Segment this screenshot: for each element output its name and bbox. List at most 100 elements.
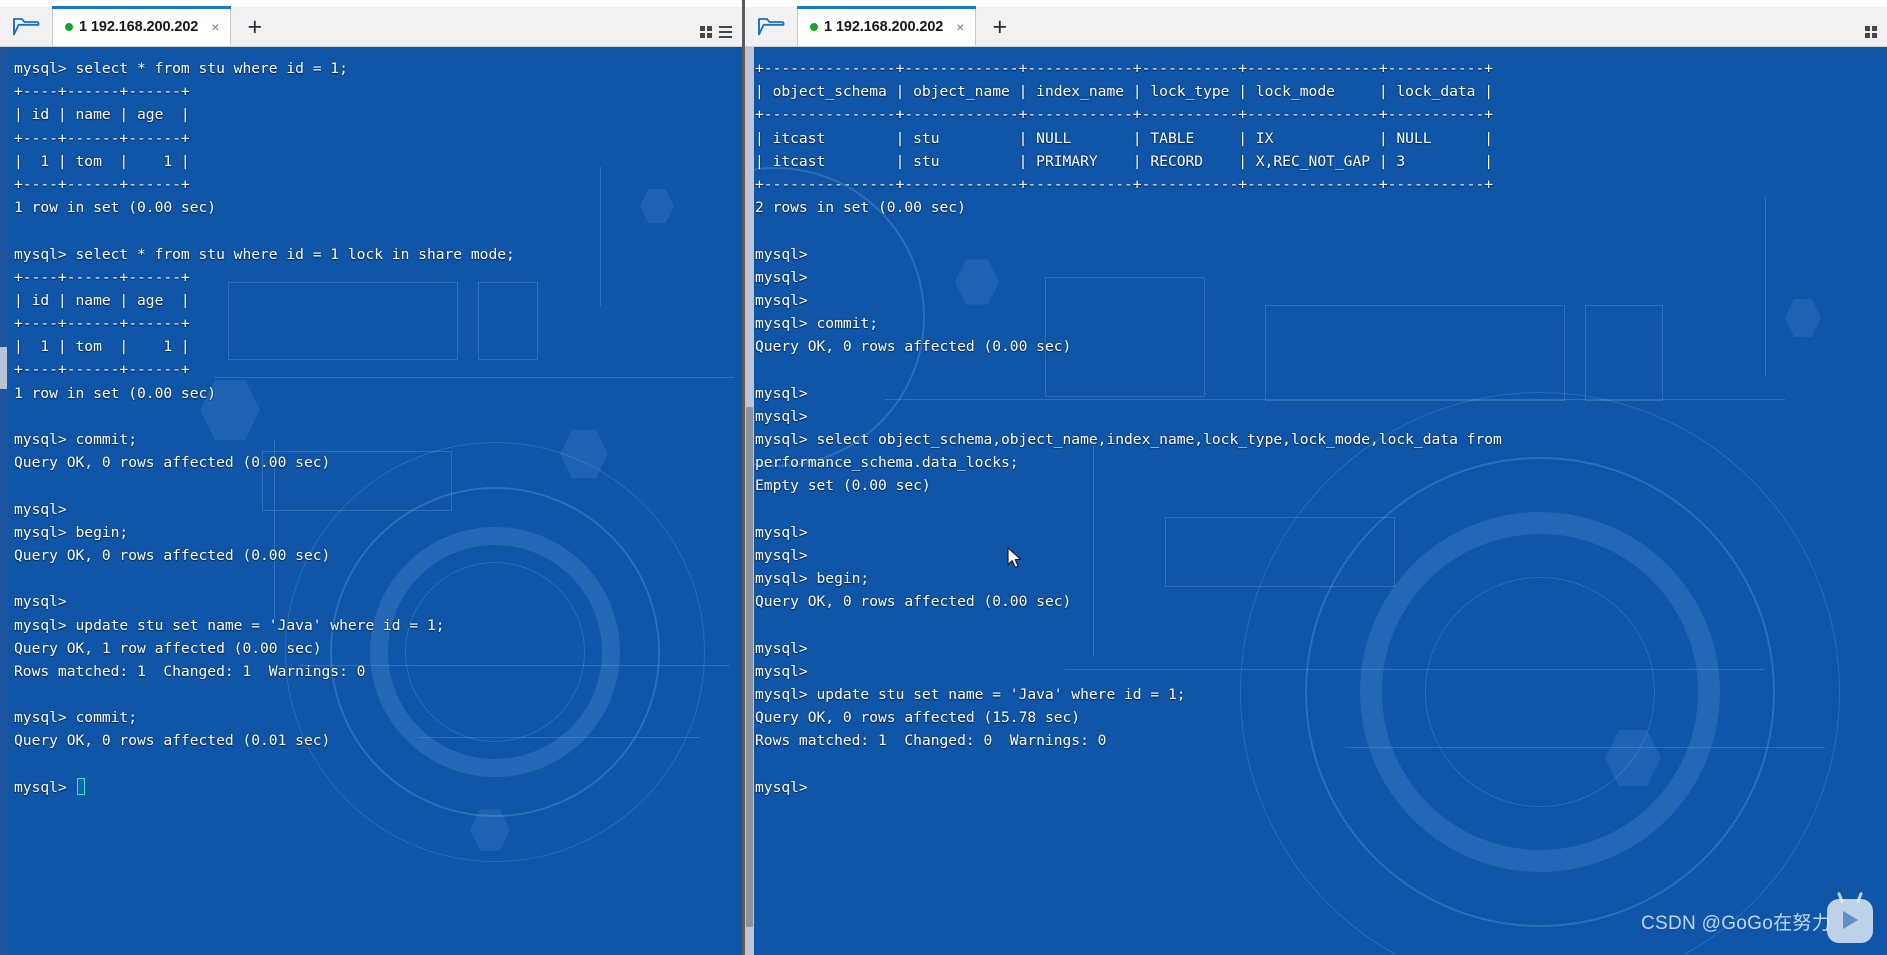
terminal-line: Rows matched: 1 Changed: 1 Warnings: 0 [14,662,366,680]
terminal-line: +----+------+------+ [14,268,190,286]
terminal-line: mysql> commit; [755,315,879,333]
layout-grid-icon[interactable] [700,26,712,38]
terminal-scrollbar-left[interactable] [0,47,7,955]
terminal-line: | 1 | tom | 1 | [14,152,190,170]
terminal-line: mysql> [14,776,742,799]
tab-left-session[interactable]: 1 192.168.200.202 × [52,6,232,46]
tab-bar-tools-left [700,26,742,46]
terminal-line: mysql> [14,593,67,611]
terminal-output-right[interactable]: +---------------+-------------+---------… [745,47,1887,955]
terminal-line: +----+------+------+ [14,361,190,379]
terminal-line: Query OK, 0 rows affected (0.00 sec) [755,593,1072,611]
terminal-line: Query OK, 0 rows affected (0.00 sec) [14,454,331,472]
terminal-line: mysql> [755,384,808,402]
terminal-line: mysql> commit; [14,431,138,448]
terminal-line: mysql> [755,245,808,263]
terminal-line: Empty set (0.00 sec) [755,477,931,495]
terminal-line: mysql> [755,662,808,680]
terminal-line: mysql> [755,268,808,286]
terminal-line: mysql> begin; [14,523,129,541]
scrollbar-thumb[interactable] [0,347,7,389]
terminal-line: Query OK, 0 rows affected (15.78 sec) [755,709,1081,727]
terminal-line: +---------------+-------------+---------… [755,106,1494,124]
watermark: CSDN @GoGo在努力 [1641,899,1873,943]
open-folder-button-left[interactable] [0,6,52,46]
terminal-line: mysql> [755,778,808,796]
terminal-line: mysql> select * from stu where id = 1; [14,60,348,77]
terminal-line: mysql> update stu set name = 'Java' wher… [14,616,445,634]
connection-status-dot [65,22,73,31]
tab-label: 1 192.168.200.202 [79,18,199,35]
close-icon[interactable]: × [208,20,222,34]
terminal-line: Query OK, 0 rows affected (0.00 sec) [755,338,1072,356]
terminal-line: performance_schema.data_locks; [755,454,1019,472]
menu-lines-icon[interactable] [719,26,732,38]
terminal-line: Rows matched: 1 Changed: 0 Warnings: 0 [755,732,1107,750]
terminal-line: | object_schema | object_name | index_na… [755,83,1494,101]
terminal-text-left: mysql> select * from stu where id = 1; +-… [0,47,742,799]
close-icon[interactable]: × [953,20,967,34]
terminal-line: +----+------+------+ [14,83,190,101]
terminal-line: mysql> select * from stu where id = 1 lo… [14,245,515,263]
terminal-line: +---------------+-------------+---------… [755,60,1494,77]
terminal-line: mysql> [755,546,808,564]
dual-terminal-window: 1 192.168.200.202 × + mysql> select * fr… [0,0,1887,955]
terminal-line: Query OK, 0 rows affected (0.00 sec) [14,546,331,564]
terminal-line: | id | name | age | [14,291,190,309]
terminal-line: | id | name | age | [14,106,190,124]
terminal-line: | 1 | tom | 1 | [14,338,190,356]
terminal-line: mysql> [755,291,808,309]
terminal-line: Query OK, 0 rows affected (0.01 sec) [14,732,331,750]
terminal-output-left[interactable]: mysql> select * from stu where id = 1; +-… [0,47,742,955]
terminal-line: 1 row in set (0.00 sec) [14,384,217,402]
layout-grid-icon[interactable] [1865,26,1877,38]
terminal-line: +----+------+------+ [14,315,190,333]
watermark-text: CSDN @GoGo在努力 [1641,912,1831,934]
terminal-line: mysql> begin; [755,570,870,588]
tab-bar-left: 1 192.168.200.202 × + [0,0,742,47]
tab-bar-tools-right [1865,26,1887,46]
tab-bar-right: 1 192.168.200.202 × + [745,0,1887,47]
tab-label: 1 192.168.200.202 [824,18,944,35]
terminal-line: Query OK, 1 row affected (0.00 sec) [14,639,322,657]
terminal-line: mysql> [755,639,808,657]
terminal-line: mysql> commit; [14,709,138,727]
new-tab-button-left[interactable]: + [231,15,276,46]
open-folder-button-right[interactable] [745,6,797,46]
tab-right-session[interactable]: 1 192.168.200.202 × [797,6,977,46]
terminal-line: mysql> [14,500,67,518]
new-tab-button-right[interactable]: + [976,15,1021,46]
terminal-text-right: +---------------+-------------+---------… [745,47,1887,799]
terminal-line: +----+------+------+ [14,129,190,147]
terminal-pane-right: 1 192.168.200.202 × + +---------------+-… [742,0,1887,955]
terminal-line: | itcast | stu | NULL | TABLE | IX | NUL… [755,129,1494,147]
terminal-line: | itcast | stu | PRIMARY | RECORD | X,RE… [755,152,1494,170]
terminal-line: 1 row in set (0.00 sec) [14,199,217,217]
terminal-line: mysql> select object_schema,object_name,… [755,431,1502,448]
scrollbar-thumb[interactable] [746,407,753,927]
terminal-scrollbar-right[interactable] [745,47,754,955]
terminal-line: +---------------+-------------+---------… [755,175,1494,193]
terminal-line: 2 rows in set (0.00 sec) [755,199,966,217]
csdn-logo-icon [1827,899,1873,943]
open-folder-icon [757,14,785,38]
terminal-line: +----+------+------+ [14,175,190,193]
terminal-line: mysql> [755,407,808,425]
connection-status-dot [810,22,818,31]
terminal-line: mysql> update stu set name = 'Java' wher… [755,686,1186,704]
terminal-cursor [76,777,85,795]
terminal-pane-left: 1 192.168.200.202 × + mysql> select * fr… [0,0,742,955]
open-folder-icon [12,14,40,38]
terminal-line: mysql> [755,523,808,541]
